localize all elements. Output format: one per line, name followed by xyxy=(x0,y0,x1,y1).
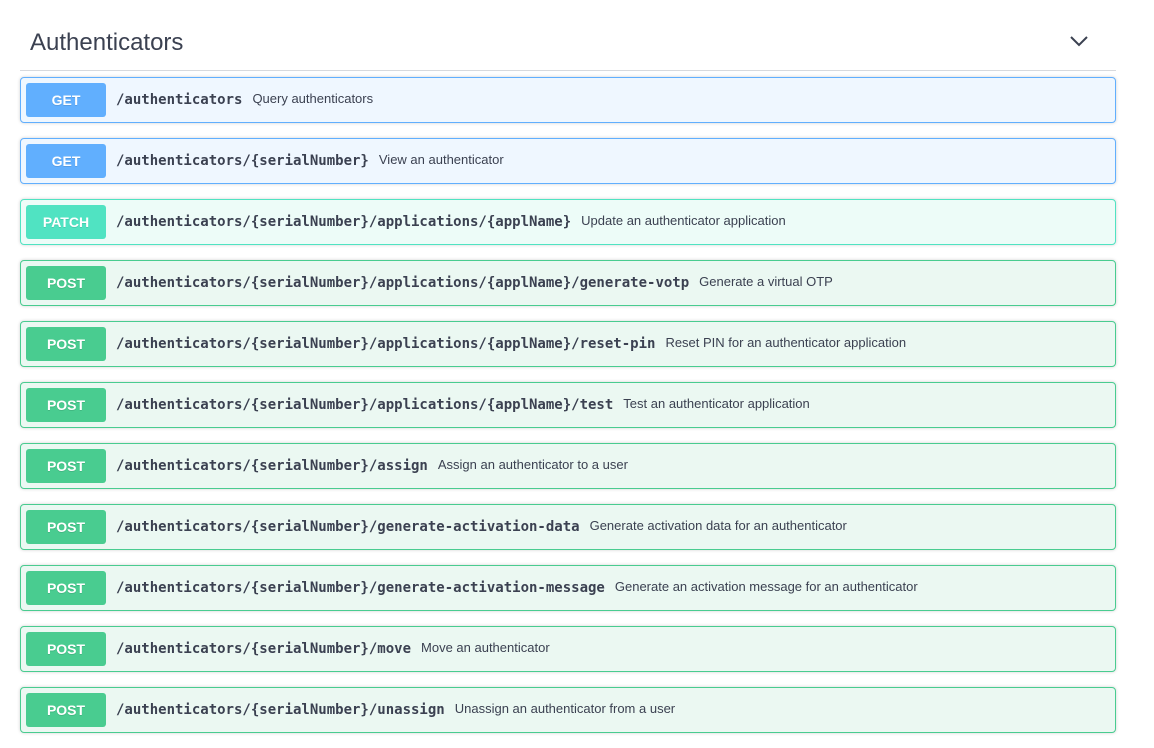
operation-row[interactable]: GET /authenticators/{serialNumber} View … xyxy=(20,138,1116,184)
operation-row[interactable]: GET /authenticators Query authenticators xyxy=(20,77,1116,123)
operation-row[interactable]: POST /authenticators/{serialNumber}/gene… xyxy=(20,565,1116,611)
chevron-down-icon[interactable] xyxy=(1068,32,1090,50)
operation-path: /authenticators xyxy=(116,92,243,108)
operation-row[interactable]: POST /authenticators/{serialNumber}/gene… xyxy=(20,504,1116,550)
operation-row[interactable]: POST /authenticators/{serialNumber}/assi… xyxy=(20,443,1116,489)
operation-summary: Update an authenticator application xyxy=(581,212,786,228)
operation-path: /authenticators/{serialNumber}/applicati… xyxy=(116,397,614,413)
operation-summary: Move an authenticator xyxy=(421,639,550,655)
section-title: Authenticators xyxy=(30,29,184,56)
operation-row[interactable]: POST /authenticators/{serialNumber}/unas… xyxy=(20,687,1116,733)
method-badge: POST xyxy=(26,388,106,422)
operation-summary: Query authenticators xyxy=(252,90,374,106)
operation-summary: Generate a virtual OTP xyxy=(699,273,833,289)
method-badge: POST xyxy=(26,693,106,727)
operation-path: /authenticators/{serialNumber}/unassign xyxy=(116,702,445,718)
operation-summary: Unassign an authenticator from a user xyxy=(454,700,676,716)
method-badge: POST xyxy=(26,510,106,544)
operation-path: /authenticators/{serialNumber}/move xyxy=(116,641,412,657)
operation-row[interactable]: POST /authenticators/{serialNumber}/appl… xyxy=(20,321,1116,367)
operation-path: /authenticators/{serialNumber}/generate-… xyxy=(116,519,580,535)
method-badge: POST xyxy=(26,632,106,666)
operation-summary: Generate an activation message for an au… xyxy=(614,578,918,594)
operation-path: /authenticators/{serialNumber}/applicati… xyxy=(116,275,690,291)
authenticators-section: Authenticators GET /authenticators Query… xyxy=(20,0,1116,733)
operation-summary: Test an authenticator application xyxy=(623,395,810,411)
operation-summary: Generate activation data for an authenti… xyxy=(589,517,847,533)
operations-list: GET /authenticators Query authenticators… xyxy=(20,77,1116,748)
method-badge: POST xyxy=(26,266,106,300)
operation-row[interactable]: PATCH /authenticators/{serialNumber}/app… xyxy=(20,199,1116,245)
operation-path: /authenticators/{serialNumber}/assign xyxy=(116,458,428,474)
operation-path: /authenticators/{serialNumber}/generate-… xyxy=(116,580,605,596)
operation-summary: Assign an authenticator to a user xyxy=(437,456,628,472)
operation-path: /authenticators/{serialNumber}/applicati… xyxy=(116,214,572,230)
operation-path: /authenticators/{serialNumber}/applicati… xyxy=(116,336,656,352)
operation-summary: View an authenticator xyxy=(378,151,504,167)
method-badge: GET xyxy=(26,83,106,117)
operation-summary: Reset PIN for an authenticator applicati… xyxy=(665,334,907,350)
operation-row[interactable]: POST /authenticators/{serialNumber}/appl… xyxy=(20,382,1116,428)
method-badge: POST xyxy=(26,449,106,483)
section-header[interactable]: Authenticators xyxy=(20,0,1116,71)
method-badge: GET xyxy=(26,144,106,178)
method-badge: POST xyxy=(26,327,106,361)
operation-path: /authenticators/{serialNumber} xyxy=(116,153,369,169)
method-badge: PATCH xyxy=(26,205,106,239)
operation-row[interactable]: POST /authenticators/{serialNumber}/move… xyxy=(20,626,1116,672)
method-badge: POST xyxy=(26,571,106,605)
operation-row[interactable]: POST /authenticators/{serialNumber}/appl… xyxy=(20,260,1116,306)
